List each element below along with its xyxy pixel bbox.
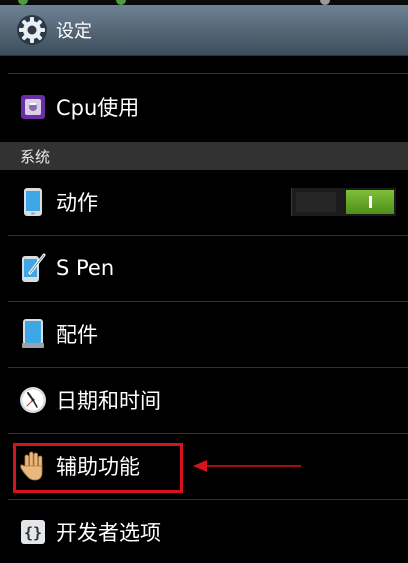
settings-item-accessory[interactable]: 配件 bbox=[0, 302, 408, 366]
settings-item-label: 开发者选项 bbox=[56, 521, 161, 545]
highlight-box bbox=[13, 443, 183, 493]
arrow-left-icon bbox=[193, 460, 301, 472]
settings-item-developer-options[interactable]: {} 开发者选项 bbox=[0, 500, 408, 563]
divider bbox=[8, 73, 408, 74]
settings-item-s-pen[interactable]: S Pen bbox=[0, 236, 408, 300]
toggle-off-area bbox=[296, 192, 336, 212]
s-pen-icon bbox=[18, 253, 48, 283]
page-title: 设定 bbox=[56, 21, 92, 42]
settings-screen: 设定 Cpu使用 系统 动作 S Pen 配件 日期和时间 辅助功能 {} 开发… bbox=[0, 0, 408, 563]
settings-item-date-time[interactable]: 日期和时间 bbox=[0, 368, 408, 432]
braces-icon: {} bbox=[18, 517, 48, 547]
settings-item-label: 配件 bbox=[56, 323, 98, 347]
section-header-label: 系统 bbox=[20, 147, 51, 166]
settings-item-label: Cpu使用 bbox=[56, 96, 140, 120]
cpu-icon bbox=[18, 92, 48, 122]
svg-text:{}: {} bbox=[24, 524, 42, 542]
gear-icon[interactable] bbox=[16, 14, 48, 46]
phone-motion-icon bbox=[18, 187, 48, 217]
accessory-icon bbox=[18, 319, 48, 349]
motion-toggle[interactable] bbox=[291, 188, 396, 216]
section-header-system: 系统 bbox=[0, 142, 408, 170]
action-bar: 设定 bbox=[0, 5, 408, 56]
settings-item-label: 动作 bbox=[56, 191, 98, 215]
settings-item-label: S Pen bbox=[56, 256, 115, 280]
clock-icon bbox=[18, 385, 48, 415]
settings-item-cpu[interactable]: Cpu使用 bbox=[0, 75, 408, 139]
settings-item-label: 日期和时间 bbox=[56, 389, 161, 413]
toggle-on-thumb bbox=[346, 190, 394, 214]
